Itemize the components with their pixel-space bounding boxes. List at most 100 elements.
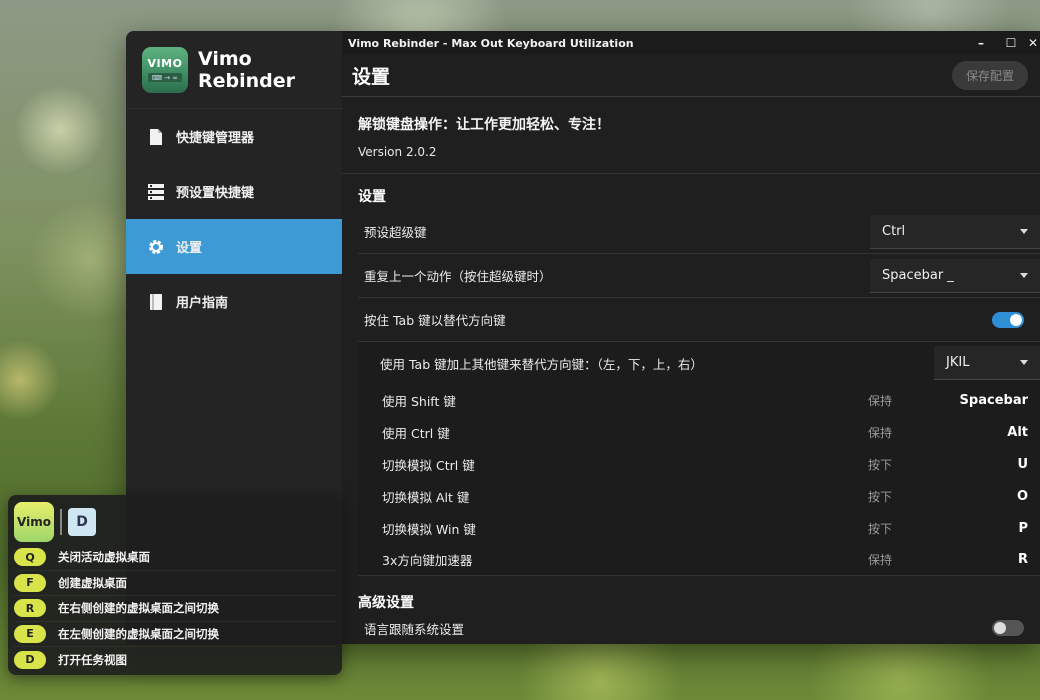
hint-key: Q [14, 548, 46, 567]
page-header: 设置 保存配置 [342, 55, 1040, 97]
key-row-shift[interactable]: 使用 Shift 键 保持 Spacebar [358, 384, 1040, 416]
sidebar-item-user-guide[interactable]: 用户指南 [126, 274, 342, 329]
close-icon[interactable]: ✕ [1026, 31, 1040, 55]
key-row-key[interactable]: P [1018, 521, 1028, 536]
hint-text: 关闭活动虚拟桌面 [58, 550, 150, 565]
key-row-key[interactable]: Spacebar [960, 393, 1028, 408]
key-row-accelerator[interactable]: 3x方向键加速器 保持 R [358, 544, 1040, 576]
window-title: Vimo Rebinder - Max Out Keyboard Utiliza… [348, 36, 634, 50]
sidebar-item-settings[interactable]: 设置 [126, 219, 342, 274]
chevron-down-icon [1020, 228, 1028, 234]
super-key-label: 预设超级键 [364, 225, 427, 240]
hint-text: 打开任务视图 [58, 652, 127, 667]
section-title-advanced: 高级设置 [358, 595, 414, 611]
window-controls: – ☐ ✕ [966, 31, 1040, 55]
hint-card-header: Vimo D [14, 501, 336, 543]
shortcut-hint-card: Vimo D Q 关闭活动虚拟桌面 F 创建虚拟桌面 R 在右侧创建的虚拟桌面之… [8, 495, 342, 675]
key-row-mode: 按下 [868, 457, 893, 472]
key-row-label: 切换模拟 Win 键 [382, 521, 476, 537]
repeat-action-select[interactable]: Spacebar _ [870, 258, 1040, 293]
hint-list: Q 关闭活动虚拟桌面 F 创建虚拟桌面 R 在右侧创建的虚拟桌面之间切换 E 在… [14, 545, 336, 673]
hint-divider [60, 509, 62, 535]
super-key-value: Ctrl [882, 223, 906, 239]
key-row-key[interactable]: R [1018, 552, 1028, 567]
super-key-select[interactable]: Ctrl [870, 214, 1040, 249]
tab-combo-row: 使用 Tab 键加上其他键来替代方向键：（左，下，上，右） JKIL [358, 342, 1040, 384]
key-row-mode: 保持 [868, 425, 893, 440]
maximize-icon[interactable]: ☐ [996, 31, 1026, 55]
hint-key: D [14, 650, 46, 669]
super-key-row: 预设超级键 Ctrl [358, 210, 1040, 254]
key-row-key[interactable]: O [1017, 489, 1028, 504]
chevron-down-icon [1020, 272, 1028, 278]
gear-icon [148, 239, 164, 255]
divider [342, 173, 1040, 174]
brand-name-line2: Rebinder [198, 69, 296, 92]
app-logo: VIMO ⌨ → ∞ [142, 46, 188, 93]
chevron-down-icon [1020, 360, 1028, 365]
language-row: 语言跟随系统设置 [358, 612, 1040, 644]
main-content: Vimo Rebinder - Max Out Keyboard Utiliza… [342, 31, 1040, 644]
key-row-mode: 保持 [868, 393, 893, 408]
brand-name: Vimo Rebinder [198, 48, 295, 92]
key-row-toggle-ctrl[interactable]: 切换模拟 Ctrl 键 按下 U [358, 448, 1040, 480]
language-toggle[interactable] [992, 620, 1024, 636]
tab-arrows-label: 按住 Tab 键以替代方向键 [364, 313, 506, 328]
key-row-key[interactable]: U [1017, 457, 1028, 472]
tab-arrows-row: 按住 Tab 键以替代方向键 [358, 298, 1040, 342]
tab-arrows-toggle[interactable] [992, 311, 1024, 328]
hint-key: R [14, 599, 46, 618]
mode-key-chip: D [68, 508, 96, 536]
key-row-mode: 按下 [868, 489, 893, 504]
repeat-action-label: 重复上一个动作（按住超级键时） [364, 269, 552, 284]
key-row-mode: 保持 [868, 553, 893, 567]
tab-combo-select[interactable]: JKIL [934, 346, 1040, 380]
repeat-action-row: 重复上一个动作（按住超级键时） Spacebar _ [358, 254, 1040, 298]
logo-word: VIMO [147, 57, 183, 70]
key-row-ctrl[interactable]: 使用 Ctrl 键 保持 Alt [358, 416, 1040, 448]
version-label: Version 2.0.2 [358, 145, 437, 159]
key-row-mode: 按下 [868, 521, 893, 536]
sidebar-item-preset-shortcuts[interactable]: 预设置快捷键 [126, 164, 342, 219]
hint-item: Q 关闭活动虚拟桌面 [14, 545, 336, 571]
language-label: 语言跟随系统设置 [364, 621, 465, 637]
key-row-toggle-alt[interactable]: 切换模拟 Alt 键 按下 O [358, 480, 1040, 512]
minimize-icon[interactable]: – [966, 31, 996, 55]
book-icon [148, 293, 164, 310]
save-config-button[interactable]: 保存配置 [951, 61, 1028, 90]
hint-text: 创建虚拟桌面 [58, 575, 127, 590]
tab-combo-label: 使用 Tab 键加上其他键来替代方向键：（左，下，上，右） [380, 356, 703, 372]
hint-key: F [14, 573, 46, 592]
sidebar-item-shortcut-manager[interactable]: 快捷键管理器 [126, 109, 342, 164]
brand-name-line1: Vimo [198, 47, 252, 70]
hint-text: 在右侧创建的虚拟桌面之间切换 [58, 601, 219, 616]
tagline: 解锁键盘操作：让工作更加轻松、专注！ [358, 117, 610, 133]
hint-key: E [14, 624, 46, 643]
toggle-knob [1010, 313, 1022, 326]
document-icon [148, 128, 164, 145]
tab-combo-value: JKIL [946, 355, 970, 370]
server-icon [148, 183, 164, 200]
keyboard-loop-icon: ⌨ → ∞ [148, 73, 182, 82]
hint-item: R 在右侧创建的虚拟桌面之间切换 [14, 596, 336, 622]
key-row-key[interactable]: Alt [1007, 425, 1028, 440]
settings-body: 解锁键盘操作：让工作更加轻松、专注！ Version 2.0.2 设置 预设超级… [342, 97, 1040, 644]
sidebar-item-label: 设置 [176, 241, 203, 256]
hint-item: D 打开任务视图 [14, 647, 336, 673]
key-row-toggle-win[interactable]: 切换模拟 Win 键 按下 P [358, 512, 1040, 544]
key-row-label: 使用 Shift 键 [382, 393, 456, 409]
hint-text: 在左侧创建的虚拟桌面之间切换 [58, 626, 219, 641]
hint-item: E 在左侧创建的虚拟桌面之间切换 [14, 622, 336, 647]
toggle-knob [994, 622, 1006, 634]
key-row-label: 切换模拟 Alt 键 [382, 489, 470, 505]
key-row-label: 3x方向键加速器 [382, 553, 473, 568]
repeat-action-value: Spacebar _ [882, 267, 954, 283]
key-row-label: 使用 Ctrl 键 [382, 425, 450, 441]
hint-item: F 创建虚拟桌面 [14, 571, 336, 596]
title-bar: Vimo Rebinder - Max Out Keyboard Utiliza… [342, 31, 1040, 55]
sidebar-item-label: 预设置快捷键 [176, 186, 255, 201]
tab-subsettings: 使用 Tab 键加上其他键来替代方向键：（左，下，上，右） JKIL 使用 Sh… [358, 342, 1040, 576]
key-row-label: 切换模拟 Ctrl 键 [382, 457, 475, 473]
vimo-app-chip: Vimo [14, 502, 54, 542]
brand: VIMO ⌨ → ∞ Vimo Rebinder [126, 31, 342, 109]
